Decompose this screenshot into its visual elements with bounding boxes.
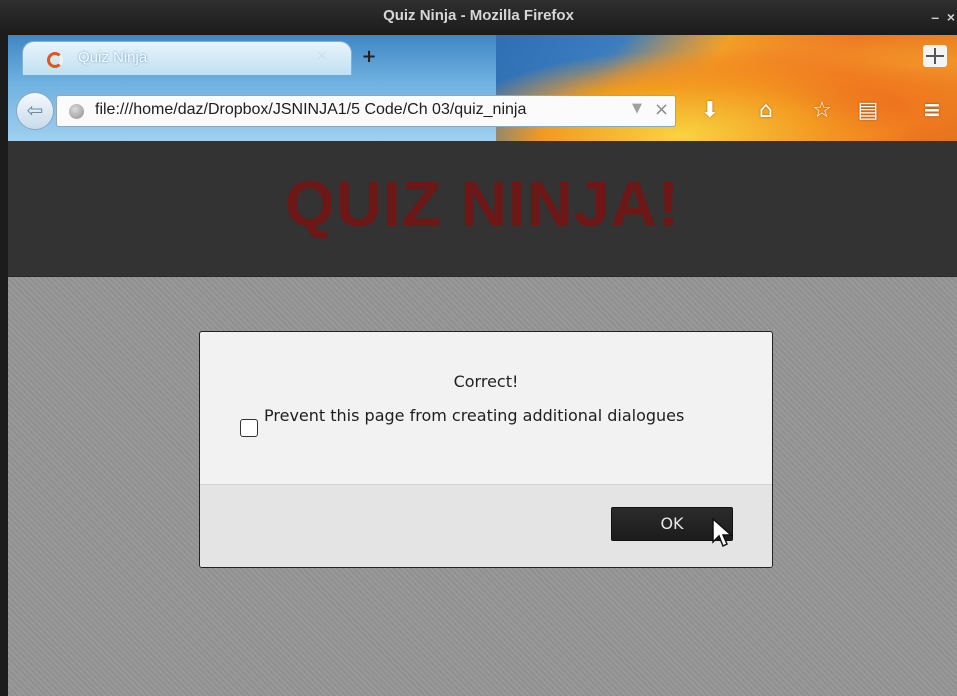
url-text[interactable]: file:///home/daz/Dropbox/JSNINJA1/5 Code… [95, 101, 620, 119]
browser-chrome: Quiz Ninja × + ⇦ file:///home/daz/Dropbo… [8, 35, 957, 141]
url-clear-icon[interactable]: × [654, 99, 669, 120]
prevent-dialogs-label[interactable]: Prevent this page from creating addition… [264, 405, 724, 426]
loading-icon [47, 52, 63, 68]
dialog-footer: OK [200, 484, 772, 567]
page-content: QUIZ NINJA! Correct! Prevent this page f… [8, 141, 957, 696]
page-title: QUIZ NINJA! [285, 168, 680, 240]
globe-icon [69, 104, 84, 119]
star-icon[interactable]: ☆ [810, 99, 834, 123]
dialog-message: Correct! [453, 372, 519, 391]
url-bar[interactable]: file:///home/daz/Dropbox/JSNINJA1/5 Code… [56, 95, 676, 127]
new-tab-button[interactable]: + [360, 48, 378, 66]
back-button[interactable]: ⇦ [16, 92, 54, 130]
tab-groups-icon[interactable] [923, 45, 947, 67]
url-dropdown-icon[interactable]: ▼ [632, 101, 642, 116]
home-icon[interactable]: ⌂ [754, 99, 778, 123]
download-icon[interactable]: ⬇ [698, 99, 722, 123]
tab-close-icon[interactable]: × [316, 48, 328, 64]
prevent-dialogs-checkbox[interactable] [240, 419, 258, 437]
minimize-icon[interactable]: – [931, 0, 939, 36]
alert-dialog: Correct! Prevent this page from creating… [199, 331, 773, 568]
arrow-left-icon: ⇦ [26, 98, 44, 122]
page-header: QUIZ NINJA! [8, 141, 957, 277]
close-window-icon[interactable]: × [947, 0, 955, 36]
tab-title: Quiz Ninja [78, 49, 148, 66]
window-titlebar: Quiz Ninja - Mozilla Firefox – × [0, 0, 957, 35]
tab-quiz-ninja[interactable]: Quiz Ninja × [22, 41, 352, 75]
window-title: Quiz Ninja - Mozilla Firefox [383, 7, 574, 24]
mouse-cursor-icon [712, 518, 733, 548]
reader-icon[interactable]: ▤ [856, 99, 880, 123]
hamburger-menu-icon[interactable]: ≡ [920, 99, 944, 123]
